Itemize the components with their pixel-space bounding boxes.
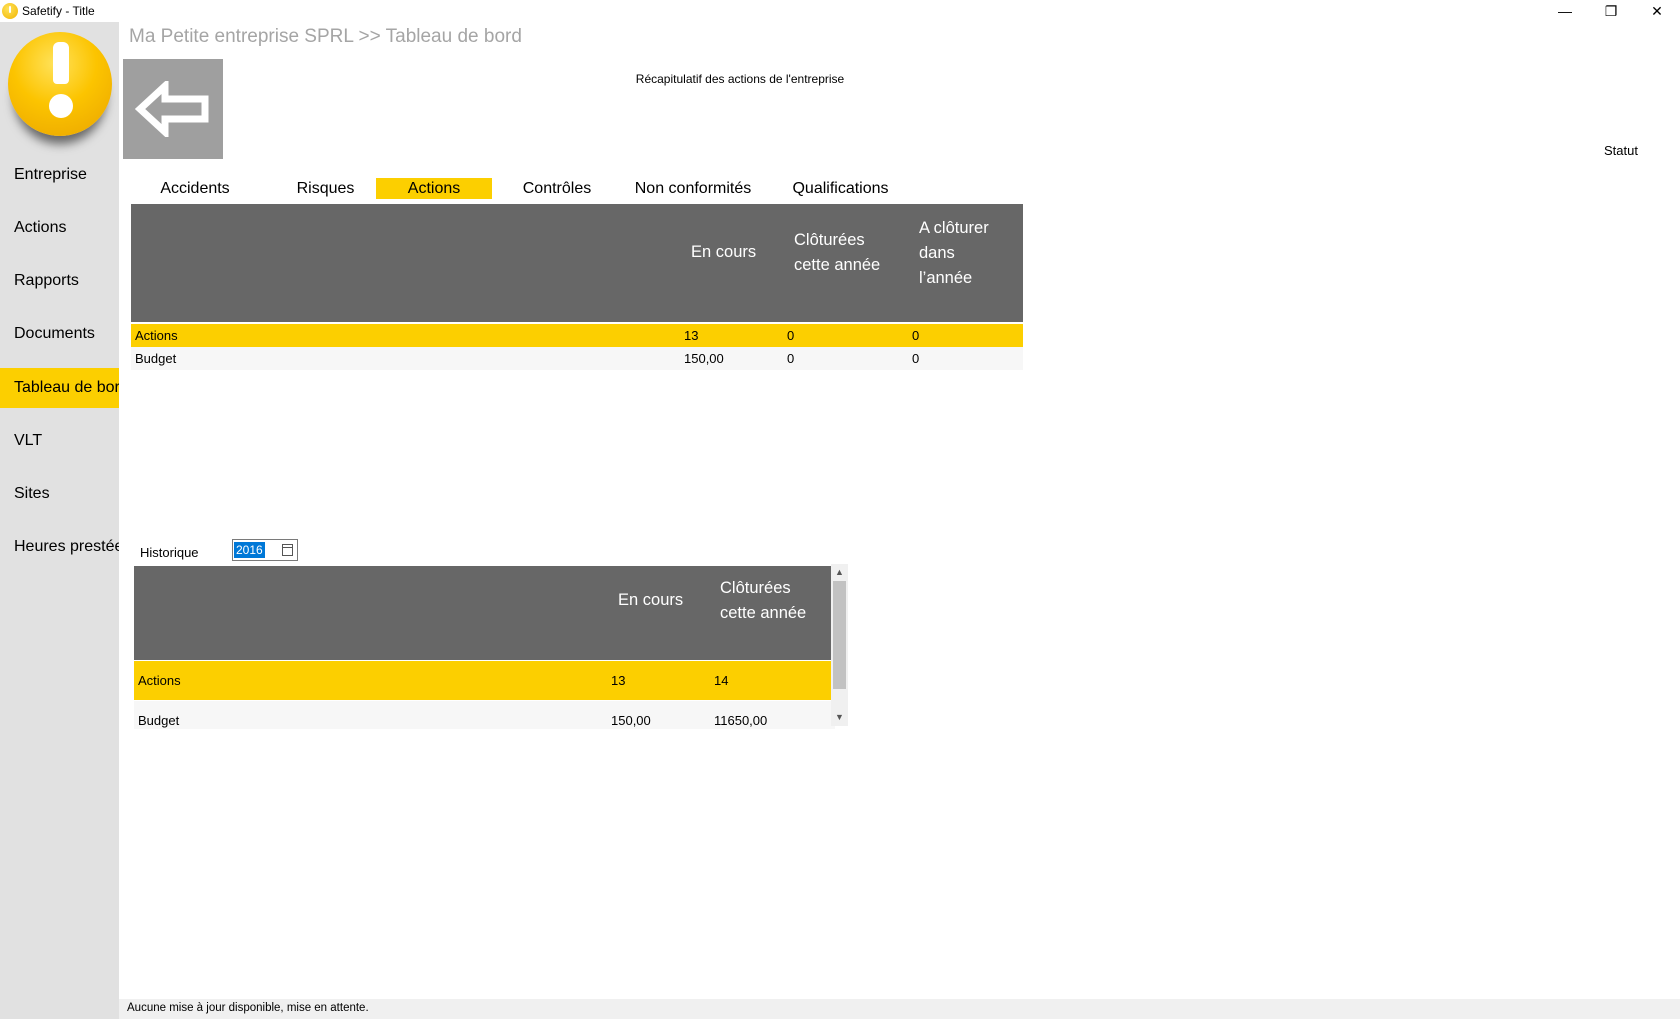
window-title: Safetify - Title	[22, 4, 95, 18]
arrow-left-icon	[135, 81, 209, 137]
table-row[interactable]: Budget 150,00 0 0	[131, 347, 1023, 370]
warning-logo-icon	[8, 32, 112, 136]
minimize-button[interactable]: —	[1542, 0, 1588, 22]
statut-label: Statut	[1604, 143, 1638, 158]
row-label: Budget	[135, 351, 177, 366]
cell-en-cours: 13	[684, 328, 699, 343]
summary-title: Récapitulatif des actions de l'entrepris…	[635, 72, 845, 86]
sidebar-item-vlt[interactable]: VLT	[0, 421, 119, 461]
row-label: Actions	[138, 673, 181, 688]
status-bar: Aucune mise à jour disponible, mise en a…	[119, 999, 1680, 1019]
table-row[interactable]: Actions 13 0 0	[131, 324, 1023, 347]
table-row[interactable]: Budget 150,00 11650,00	[134, 701, 835, 729]
row-label: Actions	[135, 328, 178, 343]
table-row[interactable]: Actions 13 14	[134, 661, 835, 700]
scroll-thumb[interactable]	[833, 581, 846, 689]
cell-en-cours: 13	[611, 673, 626, 688]
tab-actions[interactable]: Actions	[376, 178, 492, 199]
cell-cloturees: 0	[787, 328, 795, 343]
history-table: En cours Clôturées cette année Actions 1…	[134, 566, 835, 729]
back-button[interactable]	[123, 59, 223, 159]
status-text: Aucune mise à jour disponible, mise en a…	[127, 1002, 369, 1014]
app-icon	[2, 3, 18, 19]
sidebar-item-actions[interactable]: Actions	[0, 208, 119, 248]
cell-en-cours: 150,00	[684, 351, 724, 366]
tab-controles[interactable]: Contrôles	[497, 178, 617, 199]
calendar-icon[interactable]	[282, 544, 293, 556]
sidebar-item-heures-prestees[interactable]: Heures prestées	[0, 527, 119, 567]
column-header-en-cours: En cours	[618, 591, 684, 609]
year-picker[interactable]: 2016	[232, 539, 298, 561]
sidebar-item-documents[interactable]: Documents	[0, 314, 119, 354]
summary-table: En cours Clôturées cette année A clôture…	[131, 204, 1023, 370]
title-bar: Safetify - Title — ❐ ✕	[0, 0, 1680, 22]
sidebar: Entreprise Actions Rapports Documents Ta…	[0, 22, 119, 1019]
close-button[interactable]: ✕	[1634, 0, 1680, 22]
column-header-en-cours: En cours	[691, 243, 757, 261]
cell-en-cours: 150,00	[611, 713, 651, 728]
sidebar-item-tableau-de-bord[interactable]: Tableau de bord	[0, 368, 119, 408]
tab-accidents[interactable]: Accidents	[130, 178, 260, 199]
cell-a-cloturer: 0	[912, 328, 920, 343]
cell-cloturees: 11650,00	[714, 713, 768, 728]
sidebar-item-rapports[interactable]: Rapports	[0, 261, 119, 301]
table-header: En cours Clôturées cette année	[134, 566, 835, 660]
scroll-down-icon[interactable]: ▼	[831, 710, 848, 725]
table-header: En cours Clôturées cette année A clôture…	[131, 204, 1023, 322]
tab-non-conformites[interactable]: Non conformités	[622, 178, 764, 199]
column-header-cloturees: Clôturées cette année	[720, 579, 807, 622]
year-value[interactable]: 2016	[234, 542, 265, 558]
tab-risques[interactable]: Risques	[273, 178, 378, 199]
cell-cloturees: 14	[714, 673, 729, 688]
restore-button[interactable]: ❐	[1588, 0, 1634, 22]
scroll-up-icon[interactable]: ▲	[831, 565, 848, 580]
column-header-a-cloturer: A clôturer dans l’année	[919, 219, 989, 287]
sidebar-item-sites[interactable]: Sites	[0, 474, 119, 514]
cell-cloturees: 0	[787, 351, 795, 366]
tab-qualifications[interactable]: Qualifications	[778, 178, 903, 199]
cell-a-cloturer: 0	[912, 351, 920, 366]
breadcrumb: Ma Petite entreprise SPRL >> Tableau de …	[129, 26, 522, 47]
row-label: Budget	[138, 713, 180, 728]
column-header-cloturees: Clôturées cette année	[794, 231, 881, 274]
history-scrollbar[interactable]: ▲ ▼	[831, 564, 848, 726]
historique-label: Historique	[140, 545, 199, 560]
sidebar-item-entreprise[interactable]: Entreprise	[0, 155, 119, 195]
